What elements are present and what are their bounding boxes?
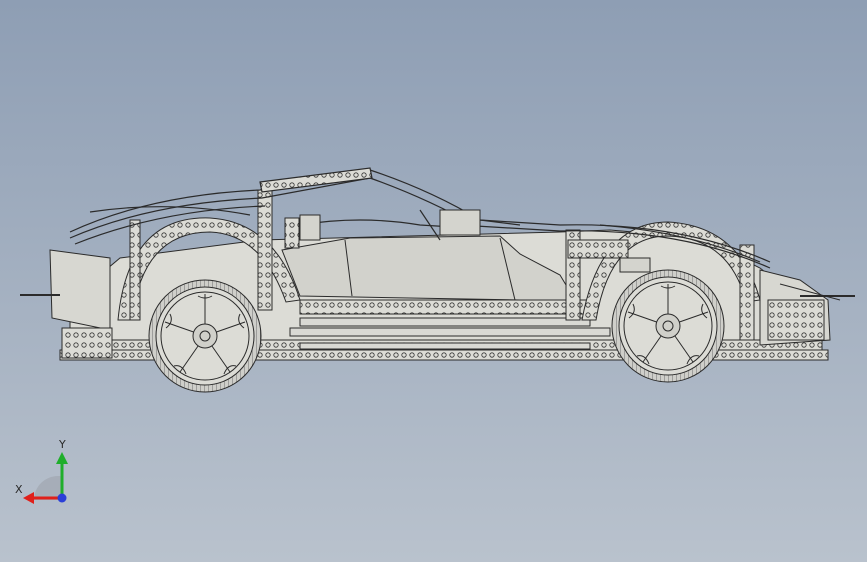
car-model[interactable] bbox=[0, 0, 867, 562]
graphics-viewport[interactable]: Y X bbox=[0, 0, 867, 562]
axis-triad-icon bbox=[23, 452, 68, 504]
front-wheel bbox=[148, 279, 262, 393]
rear-wheel bbox=[611, 269, 725, 383]
x-axis-label: X bbox=[15, 483, 23, 496]
front-bumper bbox=[49, 249, 111, 331]
coordinate-triad: Y X bbox=[12, 436, 82, 508]
car-body bbox=[20, 189, 855, 361]
y-axis-label: Y bbox=[59, 438, 66, 451]
